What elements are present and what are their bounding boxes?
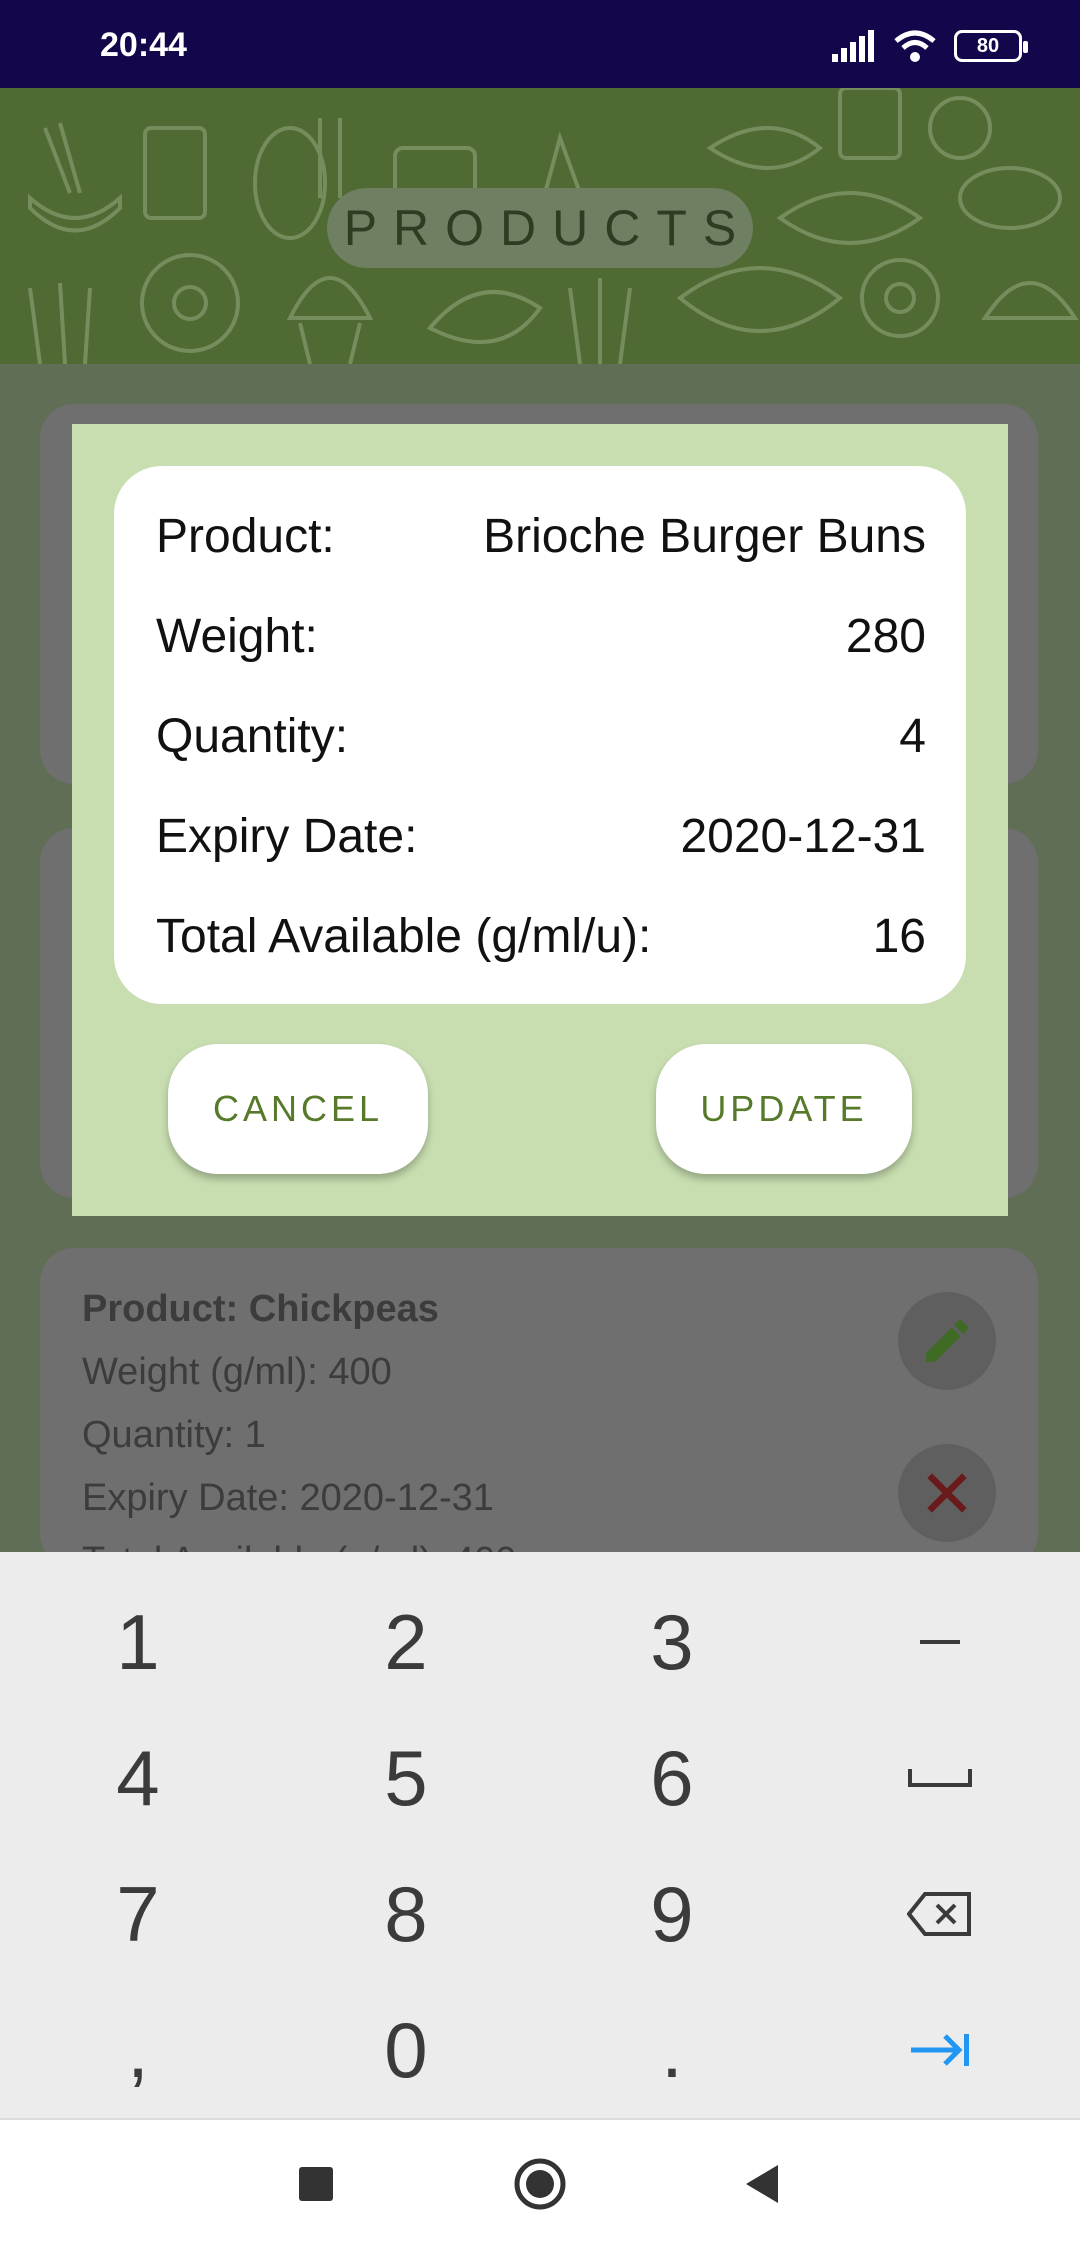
detail-row-weight: Weight: 280	[156, 606, 926, 666]
key-1[interactable]: 1	[38, 1582, 238, 1702]
key-2[interactable]: 2	[306, 1582, 506, 1702]
backspace-icon	[907, 1892, 971, 1936]
tab-arrow-icon	[911, 2034, 969, 2066]
product-card: Product: Chickpeas Weight (g/ml): 400 Qu…	[40, 1248, 1038, 1582]
quantity-field[interactable]: 4	[899, 709, 926, 764]
minus-icon	[920, 1640, 960, 1644]
key-period[interactable]: .	[572, 1990, 772, 2110]
key-comma[interactable]: ,	[38, 1990, 238, 2110]
edit-product-button[interactable]	[898, 1292, 996, 1390]
key-space[interactable]	[840, 1718, 1040, 1838]
header: PRODUCTS	[0, 88, 1080, 364]
square-icon	[299, 2167, 333, 2201]
delete-product-button[interactable]	[898, 1444, 996, 1542]
product-name-field[interactable]: Brioche Burger Buns	[483, 509, 926, 564]
key-0[interactable]: 0	[306, 1990, 506, 2110]
space-icon	[908, 1769, 972, 1787]
pencil-icon	[926, 1319, 969, 1362]
product-card-weight: Weight (g/ml): 400	[82, 1351, 392, 1393]
edit-product-dialog: Product: Brioche Burger Buns Weight: 280…	[72, 424, 1008, 1216]
key-3[interactable]: 3	[572, 1582, 772, 1702]
home-button[interactable]	[508, 2152, 572, 2216]
weight-field[interactable]: 280	[846, 609, 926, 664]
product-card-name: Product: Chickpeas	[82, 1288, 439, 1330]
key-7[interactable]: 7	[38, 1854, 238, 1974]
detail-row-product: Product: Brioche Burger Buns	[156, 506, 926, 566]
home-circle-icon	[514, 2158, 566, 2210]
key-minus[interactable]	[840, 1582, 1040, 1702]
product-details-card: Product: Brioche Burger Buns Weight: 280…	[114, 466, 966, 1004]
detail-label: Product:	[156, 509, 335, 563]
signal-icon	[832, 30, 874, 62]
back-button[interactable]	[730, 2152, 794, 2216]
product-card-details: Product: Chickpeas Weight (g/ml): 400 Qu…	[82, 1278, 516, 1593]
product-card-expiry: Expiry Date: 2020-12-31	[82, 1477, 494, 1519]
page-title-pill: PRODUCTS	[327, 188, 753, 268]
detail-label: Weight:	[156, 609, 318, 663]
key-9[interactable]: 9	[572, 1854, 772, 1974]
update-button[interactable]: UPDATE	[656, 1044, 912, 1174]
product-card-quantity: Quantity: 1	[82, 1414, 266, 1456]
key-tab[interactable]	[840, 1990, 1040, 2110]
detail-row-total: Total Available (g/ml/u): 16	[156, 906, 926, 966]
detail-row-quantity: Quantity: 4	[156, 706, 926, 766]
key-5[interactable]: 5	[306, 1718, 506, 1838]
detail-row-expiry: Expiry Date: 2020-12-31	[156, 806, 926, 866]
page-title: PRODUCTS	[343, 200, 753, 256]
back-triangle-icon	[746, 2165, 778, 2203]
key-6[interactable]: 6	[572, 1718, 772, 1838]
status-bar: 20:44 80	[0, 0, 1080, 88]
wifi-icon	[894, 30, 936, 62]
battery-icon: 80	[954, 30, 1028, 62]
recents-button[interactable]	[284, 2152, 348, 2216]
numeric-keyboard: 1 2 3 4 5 6 7 8 9 , 0 .	[0, 1552, 1080, 2118]
navigation-bar	[0, 2118, 1080, 2246]
total-available-value: 16	[872, 909, 926, 963]
key-4[interactable]: 4	[38, 1718, 238, 1838]
detail-label: Quantity:	[156, 709, 349, 763]
key-backspace[interactable]	[840, 1854, 1040, 1974]
cancel-button[interactable]: CANCEL	[168, 1044, 428, 1174]
close-icon	[927, 1473, 967, 1513]
status-icons: 80	[832, 26, 1028, 66]
detail-label: Expiry Date:	[156, 809, 418, 863]
expiry-date-field[interactable]: 2020-12-31	[680, 809, 926, 864]
status-time: 20:44	[100, 26, 187, 64]
detail-label: Total Available (g/ml/u):	[156, 909, 652, 963]
key-8[interactable]: 8	[306, 1854, 506, 1974]
battery-level: 80	[976, 34, 1000, 57]
